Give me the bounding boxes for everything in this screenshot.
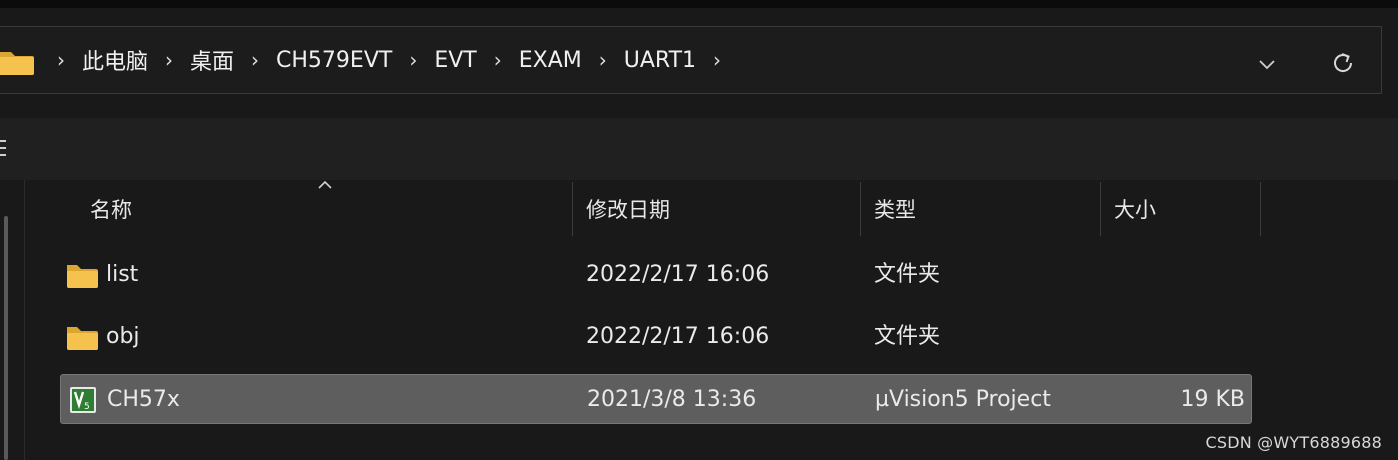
- folder-icon: [67, 265, 98, 288]
- file-explorer-window: › 此电脑 › 桌面 › CH579EVT › EVT › EXAM › UAR…: [0, 0, 1398, 460]
- file-modified: 2022/2/17 16:06: [586, 262, 770, 287]
- file-size: [1114, 250, 1244, 300]
- breadcrumb-item-evt[interactable]: EVT: [430, 48, 480, 73]
- svg-text:5: 5: [84, 402, 90, 412]
- file-row-ch57x[interactable]: 5 CH57x 2021/3/8 13:36 µVision5 Project …: [60, 374, 1252, 424]
- file-list-pane: 名称 修改日期 类型 大小 list 2022/2/17 16:06 文件夹 o…: [0, 180, 1398, 460]
- file-name: list: [106, 262, 139, 287]
- chevron-right-icon[interactable]: ›: [396, 48, 430, 72]
- file-name: CH57x: [107, 387, 180, 412]
- file-name: obj: [106, 324, 140, 349]
- breadcrumb-item-exam[interactable]: EXAM: [515, 48, 586, 73]
- address-bar[interactable]: › 此电脑 › 桌面 › CH579EVT › EVT › EXAM › UAR…: [0, 26, 1382, 94]
- breadcrumb: › 此电脑 › 桌面 › CH579EVT › EVT › EXAM › UAR…: [44, 27, 734, 93]
- file-modified: 2022/2/17 16:06: [586, 324, 770, 349]
- chevron-right-icon[interactable]: ›: [238, 48, 272, 72]
- sort-ascending-icon: [318, 180, 332, 189]
- watermark: CSDN @WYT6889688: [1205, 433, 1382, 452]
- chevron-right-icon[interactable]: ›: [586, 48, 620, 72]
- file-row-obj[interactable]: obj 2022/2/17 16:06 文件夹: [60, 312, 1252, 362]
- column-divider[interactable]: [860, 182, 861, 236]
- column-divider[interactable]: [1100, 182, 1101, 236]
- column-header-name[interactable]: 名称: [90, 182, 132, 238]
- column-divider[interactable]: [1260, 182, 1261, 236]
- chevron-down-icon[interactable]: [1252, 49, 1282, 79]
- chevron-right-icon[interactable]: ›: [152, 48, 186, 72]
- file-size: [1114, 312, 1244, 362]
- file-row-list[interactable]: list 2022/2/17 16:06 文件夹: [60, 250, 1252, 300]
- chevron-right-icon[interactable]: ›: [700, 48, 734, 72]
- file-size: 19 KB: [1180, 387, 1245, 412]
- folder-icon: [67, 327, 98, 350]
- refresh-icon[interactable]: [1328, 48, 1358, 78]
- file-type: 文件夹: [874, 324, 941, 349]
- column-header-row: 名称 修改日期 类型 大小: [60, 180, 1270, 238]
- breadcrumb-item-uart1[interactable]: UART1: [620, 48, 700, 73]
- file-modified: 2021/3/8 13:36: [587, 387, 757, 412]
- menu-icon[interactable]: [0, 136, 6, 160]
- column-divider[interactable]: [572, 182, 573, 236]
- title-strip: [0, 0, 1398, 8]
- file-type: µVision5 Project: [875, 387, 1051, 412]
- command-bar: [0, 118, 1398, 180]
- breadcrumb-item-this-pc[interactable]: 此电脑: [78, 44, 152, 76]
- column-header-type[interactable]: 类型: [874, 182, 916, 238]
- pane-divider[interactable]: [24, 180, 25, 460]
- folder-icon: [0, 52, 34, 75]
- file-type: 文件夹: [874, 262, 941, 287]
- nav-pane-scrollbar[interactable]: [4, 216, 8, 460]
- chevron-right-icon[interactable]: ›: [44, 48, 78, 72]
- breadcrumb-item-ch579evt[interactable]: CH579EVT: [272, 48, 396, 73]
- column-header-modified[interactable]: 修改日期: [586, 182, 670, 238]
- uvision-project-icon: 5: [70, 387, 96, 413]
- chevron-right-icon[interactable]: ›: [481, 48, 515, 72]
- column-header-size[interactable]: 大小: [1114, 182, 1156, 238]
- breadcrumb-item-desktop[interactable]: 桌面: [186, 44, 238, 76]
